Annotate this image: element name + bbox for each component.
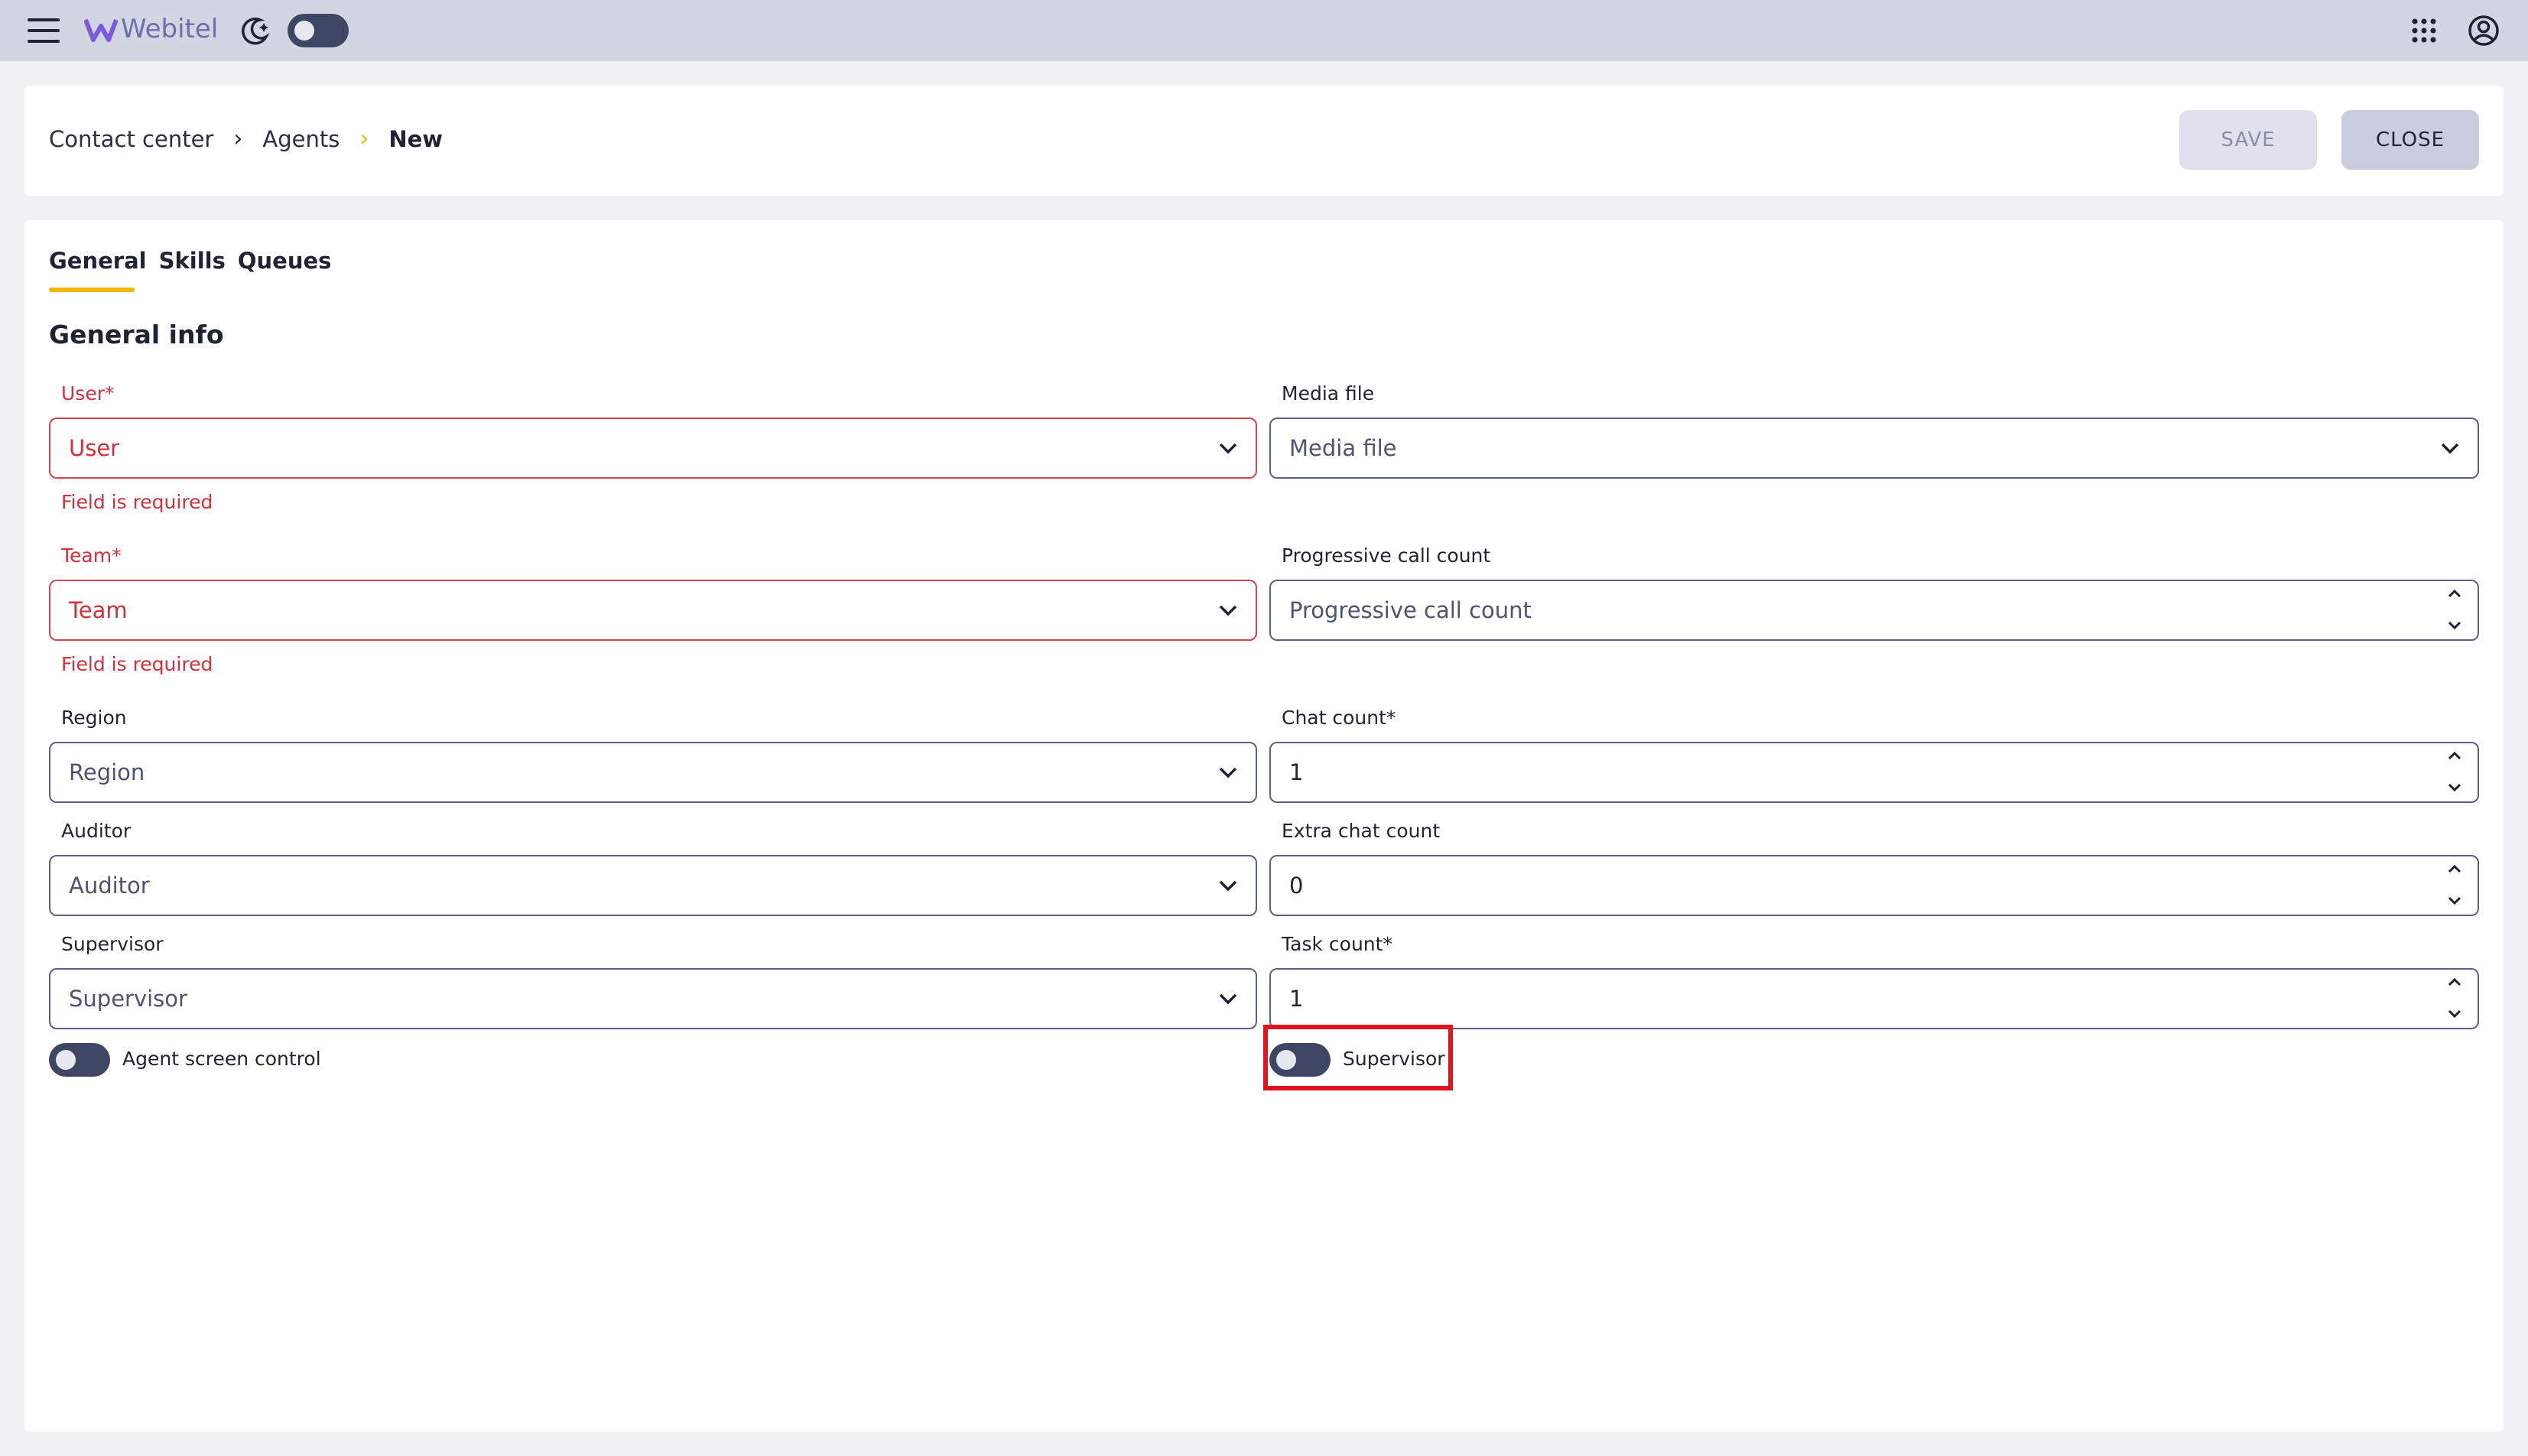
- task-count-value: 1: [1289, 986, 1304, 1012]
- tab-queues[interactable]: Queues: [238, 248, 332, 274]
- active-tab-indicator: [49, 288, 135, 292]
- region-placeholder: Region: [69, 759, 145, 785]
- auditor-placeholder: Auditor: [69, 873, 150, 899]
- menu-icon[interactable]: [28, 18, 60, 43]
- theme-toggle[interactable]: [288, 14, 349, 47]
- team-label: Team*: [61, 544, 122, 567]
- team-placeholder: Team: [69, 597, 128, 623]
- breadcrumb-separator: ›: [233, 125, 243, 152]
- close-button[interactable]: CLOSE: [2341, 110, 2479, 170]
- user-error: Field is required: [61, 491, 213, 513]
- breadcrumb-new: New: [388, 125, 444, 152]
- number-stepper-icon[interactable]: [2445, 863, 2464, 908]
- chevron-down-icon: [2441, 443, 2459, 454]
- dark-mode-icon: [242, 17, 270, 45]
- media-file-placeholder: Media file: [1289, 435, 1397, 461]
- user-placeholder: User: [69, 435, 120, 461]
- breadcrumb-contact-center[interactable]: Contact center: [49, 126, 213, 152]
- extra-chat-count-label: Extra chat count: [1282, 820, 1441, 842]
- apps-grid-icon[interactable]: [2412, 18, 2436, 43]
- save-button[interactable]: SAVE: [2179, 110, 2317, 170]
- tab-skills[interactable]: Skills: [159, 248, 226, 274]
- chat-count-value: 1: [1289, 759, 1304, 785]
- agent-screen-control-label: Agent screen control: [122, 1048, 321, 1070]
- chevron-down-icon: [1219, 880, 1237, 892]
- extra-chat-count-input[interactable]: 0: [1269, 855, 2479, 916]
- media-file-select[interactable]: Media file: [1269, 418, 2479, 479]
- user-select[interactable]: User: [49, 418, 1257, 479]
- chat-count-input[interactable]: 1: [1269, 742, 2479, 803]
- progressive-call-count-label: Progressive call count: [1282, 544, 1491, 567]
- breadcrumb-agents[interactable]: Agents: [262, 126, 340, 152]
- auditor-label: Auditor: [61, 820, 132, 842]
- region-select[interactable]: Region: [49, 742, 1257, 803]
- brand-name: Webitel: [121, 14, 219, 44]
- chat-count-label: Chat count*: [1282, 707, 1396, 729]
- extra-chat-count-value: 0: [1289, 873, 1304, 899]
- user-label: User*: [61, 382, 115, 405]
- supervisor-toggle[interactable]: [1269, 1043, 1331, 1077]
- chevron-down-icon: [1219, 993, 1237, 1005]
- tab-general[interactable]: General: [49, 248, 147, 274]
- team-select[interactable]: Team: [49, 580, 1257, 641]
- section-title: General info: [49, 320, 224, 349]
- chevron-down-icon: [1219, 443, 1237, 454]
- number-stepper-icon[interactable]: [2445, 749, 2464, 795]
- supervisor-label: Supervisor: [61, 933, 164, 955]
- user-account-icon[interactable]: [2467, 14, 2500, 47]
- tabs: General Skills Queues: [49, 248, 331, 274]
- media-file-label: Media file: [1282, 382, 1375, 405]
- webitel-logo-icon: [84, 18, 118, 42]
- progressive-call-count-input[interactable]: Progressive call count: [1269, 580, 2479, 641]
- chevron-down-icon: [1219, 605, 1237, 616]
- chevron-down-icon: [1219, 767, 1237, 778]
- auditor-select[interactable]: Auditor: [49, 855, 1257, 916]
- task-count-input[interactable]: 1: [1269, 968, 2479, 1029]
- main-panel: General Skills Queues General info User*…: [24, 220, 2504, 1432]
- breadcrumb-separator: ›: [359, 125, 369, 152]
- supervisor-toggle-label: Supervisor: [1343, 1048, 1445, 1070]
- supervisor-select[interactable]: Supervisor: [49, 968, 1257, 1029]
- number-stepper-icon[interactable]: [2445, 587, 2464, 633]
- task-count-label: Task count*: [1282, 933, 1392, 955]
- supervisor-placeholder: Supervisor: [69, 986, 187, 1012]
- number-stepper-icon[interactable]: [2445, 976, 2464, 1022]
- progressive-call-count-placeholder: Progressive call count: [1289, 597, 1532, 623]
- top-bar: Webitel: [0, 0, 2528, 61]
- page-header: Contact center › Agents › New SAVE CLOSE: [24, 86, 2504, 196]
- agent-screen-control-toggle[interactable]: [49, 1043, 110, 1077]
- team-error: Field is required: [61, 653, 213, 675]
- breadcrumb: Contact center › Agents › New: [49, 125, 443, 152]
- region-label: Region: [61, 707, 127, 729]
